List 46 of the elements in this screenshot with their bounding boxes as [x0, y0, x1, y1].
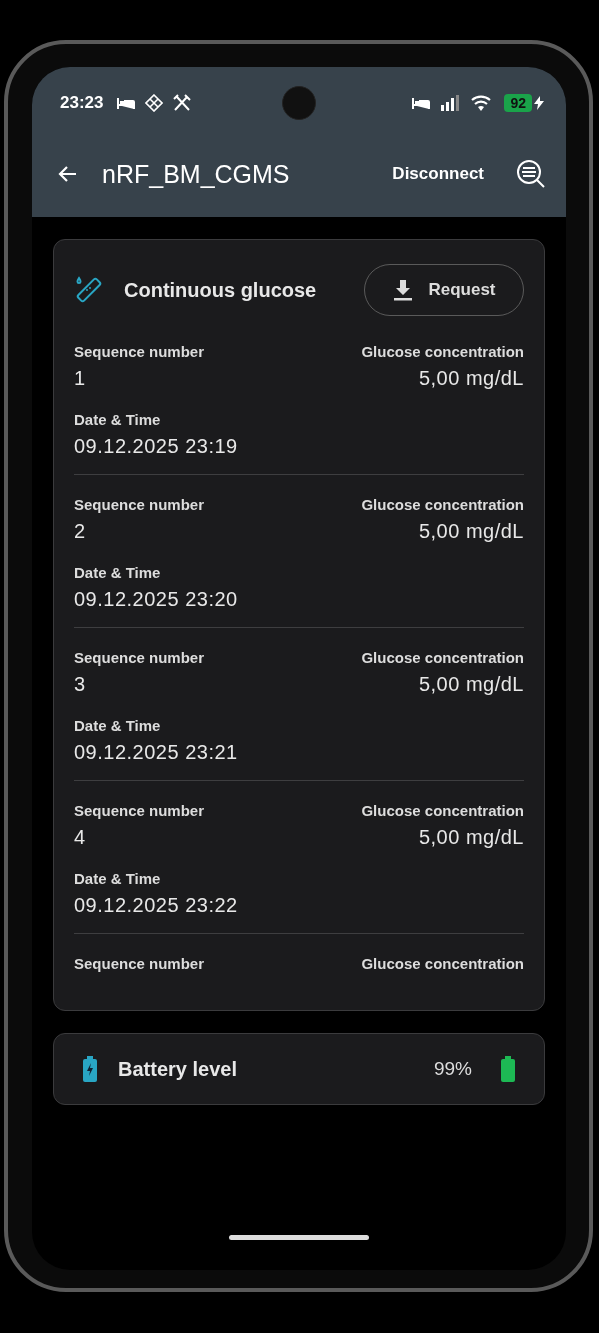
field-label: Glucose concentration — [361, 954, 524, 974]
field-label: Sequence number — [74, 495, 205, 515]
status-time: 23:23 — [60, 93, 104, 113]
date-time-value: 09.12.2025 23:21 — [74, 740, 239, 765]
charging-battery-icon — [82, 1056, 98, 1082]
field-label: Glucose concentration — [361, 495, 524, 515]
field-label: Sequence number — [74, 648, 205, 668]
search-icon[interactable] — [516, 159, 546, 189]
disconnect-button[interactable]: Disconnect — [392, 164, 484, 184]
sequence-value: 4 — [74, 825, 86, 850]
date-time-value: 09.12.2025 23:22 — [74, 893, 239, 918]
field-label: Glucose concentration — [361, 801, 524, 821]
field-label: Sequence number — [74, 342, 205, 362]
diamond-grid-icon — [145, 94, 164, 112]
toolbar-title: nRF_BM_CGMS — [102, 159, 290, 189]
sensor-patch-icon — [74, 275, 104, 305]
battery-icon — [500, 1056, 516, 1082]
field-label: Glucose concentration — [361, 342, 524, 362]
glucose-value: 5,00 mg/dL — [418, 825, 524, 850]
wifi-icon — [470, 95, 493, 111]
sequence-value: 2 — [74, 519, 86, 544]
field-label: Sequence number — [74, 801, 205, 821]
signal-icon — [440, 95, 461, 111]
field-label: Date & Time — [74, 410, 162, 430]
sequence-value: 3 — [74, 672, 86, 697]
download-icon — [392, 279, 415, 301]
glucose-value: 5,00 mg/dL — [418, 672, 524, 697]
sequence-value: 1 — [74, 366, 86, 391]
battery-value: 99% — [433, 1058, 472, 1080]
bed-icon — [412, 96, 431, 110]
glucose-value: 5,00 mg/dL — [418, 366, 524, 391]
tools-icon — [173, 94, 192, 112]
date-time-value: 09.12.2025 23:19 — [74, 434, 239, 459]
glucose-value: 5,00 mg/dL — [418, 519, 524, 544]
field-label: Date & Time — [74, 563, 162, 583]
field-label: Date & Time — [74, 869, 162, 889]
camera-hole — [282, 86, 316, 120]
charging-icon — [534, 96, 544, 110]
card-title: Battery level — [118, 1057, 237, 1081]
card-title: Continuous glucose — [124, 278, 317, 302]
date-time-value: 09.12.2025 23:20 — [74, 587, 239, 612]
field-label: Glucose concentration — [361, 648, 524, 668]
field-label: Date & Time — [74, 716, 162, 736]
bed-icon — [117, 96, 136, 110]
field-label: Sequence number — [74, 954, 205, 974]
battery-indicator: 92 — [504, 94, 532, 112]
